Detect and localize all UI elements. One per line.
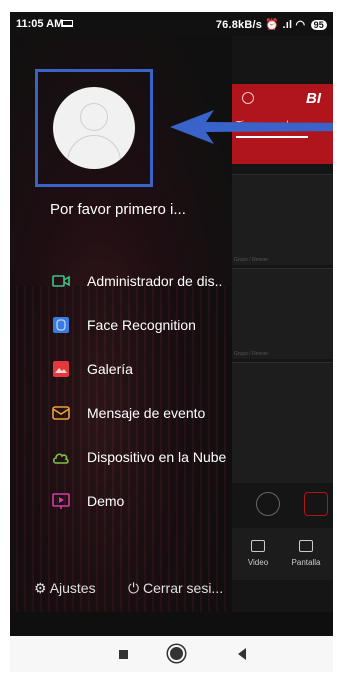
menu-label: Dispositivo en la Nube <box>87 449 227 465</box>
login-prompt[interactable]: Por favor primero i... <box>50 201 186 218</box>
phone-screen: 11:05 AM 76.8kB/s ⏰ .ıl ◠ 95 BI Tiempo r… <box>10 12 333 672</box>
camera-label: Grupo / Renver <box>234 351 269 357</box>
app-bottom-nav: Video Pantalla <box>232 528 333 580</box>
menu-label: Mensaje de evento <box>87 405 206 421</box>
camera-cell[interactable]: Grupo / Renver <box>232 174 333 265</box>
screen-bottom-strip <box>10 612 333 636</box>
demo-icon <box>52 493 70 509</box>
menu-label: Face Recognition <box>87 317 196 333</box>
menu-item-face-recognition[interactable]: Face Recognition <box>10 306 232 346</box>
status-icons: ⏰ .ıl ◠ <box>265 19 306 31</box>
video-icon <box>251 540 265 552</box>
drawer-footer: ⚙ Ajustes ⏻ Cerrar sesi... <box>10 566 232 612</box>
menu-item-gallery[interactable]: Galería <box>10 350 232 390</box>
gallery-icon <box>53 361 69 377</box>
status-bar: 11:05 AM 76.8kB/s ⏰ .ıl ◠ 95 <box>10 12 333 36</box>
camera-cell[interactable] <box>232 362 333 483</box>
nav-video[interactable]: Video <box>236 540 280 567</box>
cloud-icon <box>52 453 69 464</box>
search-icon[interactable] <box>242 92 254 104</box>
power-icon: ⏻ <box>128 580 140 596</box>
camera-icon <box>52 275 70 287</box>
face-scan-icon <box>53 317 69 333</box>
menu-label: Administrador de dis.. <box>87 273 223 289</box>
record-icon[interactable] <box>304 492 328 516</box>
gear-icon: ⚙ <box>34 580 47 596</box>
settings-button[interactable]: ⚙ Ajustes <box>34 580 96 597</box>
avatar-highlight <box>35 69 153 187</box>
menu-label: Galería <box>87 361 133 377</box>
camera-label: Grupo / Renver <box>234 257 269 263</box>
settings-label: Ajustes <box>49 580 96 596</box>
logout-button[interactable]: ⏻ Cerrar sesi... <box>128 580 223 597</box>
home-button[interactable] <box>170 647 183 660</box>
screen-icon <box>299 540 313 552</box>
back-button[interactable] <box>238 648 246 660</box>
pointer-arrow-icon <box>170 110 333 144</box>
menu-item-demo[interactable]: Demo <box>10 482 232 522</box>
user-body-icon <box>67 135 121 169</box>
menu-item-device-manager[interactable]: Administrador de dis.. <box>10 262 232 302</box>
menu-label: Demo <box>87 493 125 509</box>
avatar[interactable] <box>53 87 135 169</box>
network-speed: 76.8kB/s <box>215 19 263 31</box>
camera-cell[interactable]: Grupo / Renver <box>232 268 333 359</box>
logout-label: Cerrar sesi... <box>142 580 224 596</box>
menu-item-event-message[interactable]: Mensaje de evento <box>10 394 232 434</box>
system-nav-bar <box>10 636 333 672</box>
nav-video-label: Video <box>247 558 269 567</box>
status-time: 11:05 AM <box>16 18 64 30</box>
menu-item-cloud-device[interactable]: Dispositivo en la Nube <box>10 438 232 478</box>
battery-icon: 95 <box>310 20 327 30</box>
nav-pantalla-label: Pantalla <box>291 558 321 567</box>
recents-button[interactable] <box>119 650 128 659</box>
info-icon[interactable] <box>256 492 280 516</box>
message-icon <box>52 406 70 420</box>
app-brand: BI <box>306 90 321 107</box>
laptop-icon <box>62 20 73 27</box>
status-right: 76.8kB/s ⏰ .ıl ◠ 95 <box>216 18 327 31</box>
nav-pantalla[interactable]: Pantalla <box>284 540 328 567</box>
user-head-icon <box>80 103 108 131</box>
